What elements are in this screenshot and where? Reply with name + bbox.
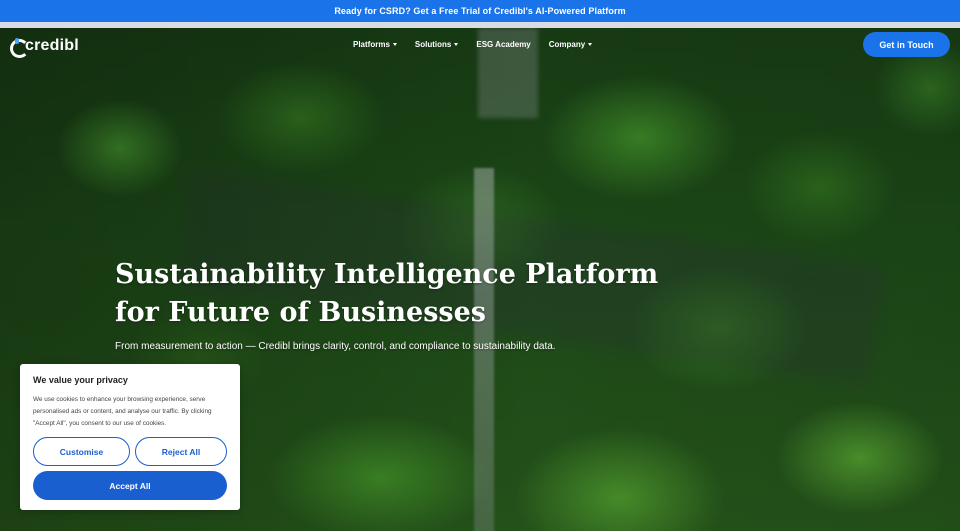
nav-item-label: Platforms bbox=[353, 40, 390, 49]
nav-item-esg-academy[interactable]: ESG Academy bbox=[476, 40, 530, 49]
credibl-logo-icon bbox=[10, 38, 29, 58]
caret-down-icon bbox=[454, 43, 459, 46]
logo[interactable]: credibl bbox=[10, 37, 79, 58]
nav-item-label: Solutions bbox=[414, 40, 452, 49]
cookie-text: We use cookies to enhance your browsing … bbox=[33, 396, 212, 427]
get-in-touch-button[interactable]: Get in Touch bbox=[863, 32, 950, 57]
nav-item-platforms[interactable]: Platforms bbox=[353, 40, 397, 49]
nav-item-label: ESG Academy bbox=[476, 40, 531, 49]
hero-title: Sustainability Intelligence Platform for… bbox=[115, 256, 675, 332]
announcement-text[interactable]: Ready for CSRD? Get a Free Trial of Cred… bbox=[334, 6, 625, 16]
reject-all-button[interactable]: Reject All bbox=[135, 437, 227, 466]
caret-down-icon bbox=[392, 43, 397, 46]
nav-item-label: Company bbox=[548, 40, 586, 49]
cookie-button-row: Customise Reject All bbox=[33, 437, 227, 466]
hero-title-line1: Sustainability Intelligence Platform bbox=[115, 259, 659, 290]
caret-down-icon bbox=[588, 43, 593, 46]
main-nav: credibl Platforms Solutions ESG Academy … bbox=[0, 28, 960, 62]
accept-all-button[interactable]: Accept All bbox=[33, 471, 227, 500]
nav-links: Platforms Solutions ESG Academy Company bbox=[353, 40, 610, 49]
cookie-consent-banner: We value your privacy We use cookies to … bbox=[20, 364, 240, 510]
customise-button[interactable]: Customise bbox=[33, 437, 130, 466]
hero-subtitle: From measurement to action — Credibl bri… bbox=[115, 341, 556, 352]
hero-title-line2: for Future of Businesses bbox=[115, 297, 486, 328]
cookie-title: We value your privacy bbox=[33, 375, 128, 385]
logo-text: credibl bbox=[25, 37, 79, 54]
nav-item-solutions[interactable]: Solutions bbox=[414, 40, 459, 49]
nav-item-company[interactable]: Company bbox=[548, 40, 593, 49]
announcement-bar[interactable]: Ready for CSRD? Get a Free Trial of Cred… bbox=[0, 0, 960, 22]
